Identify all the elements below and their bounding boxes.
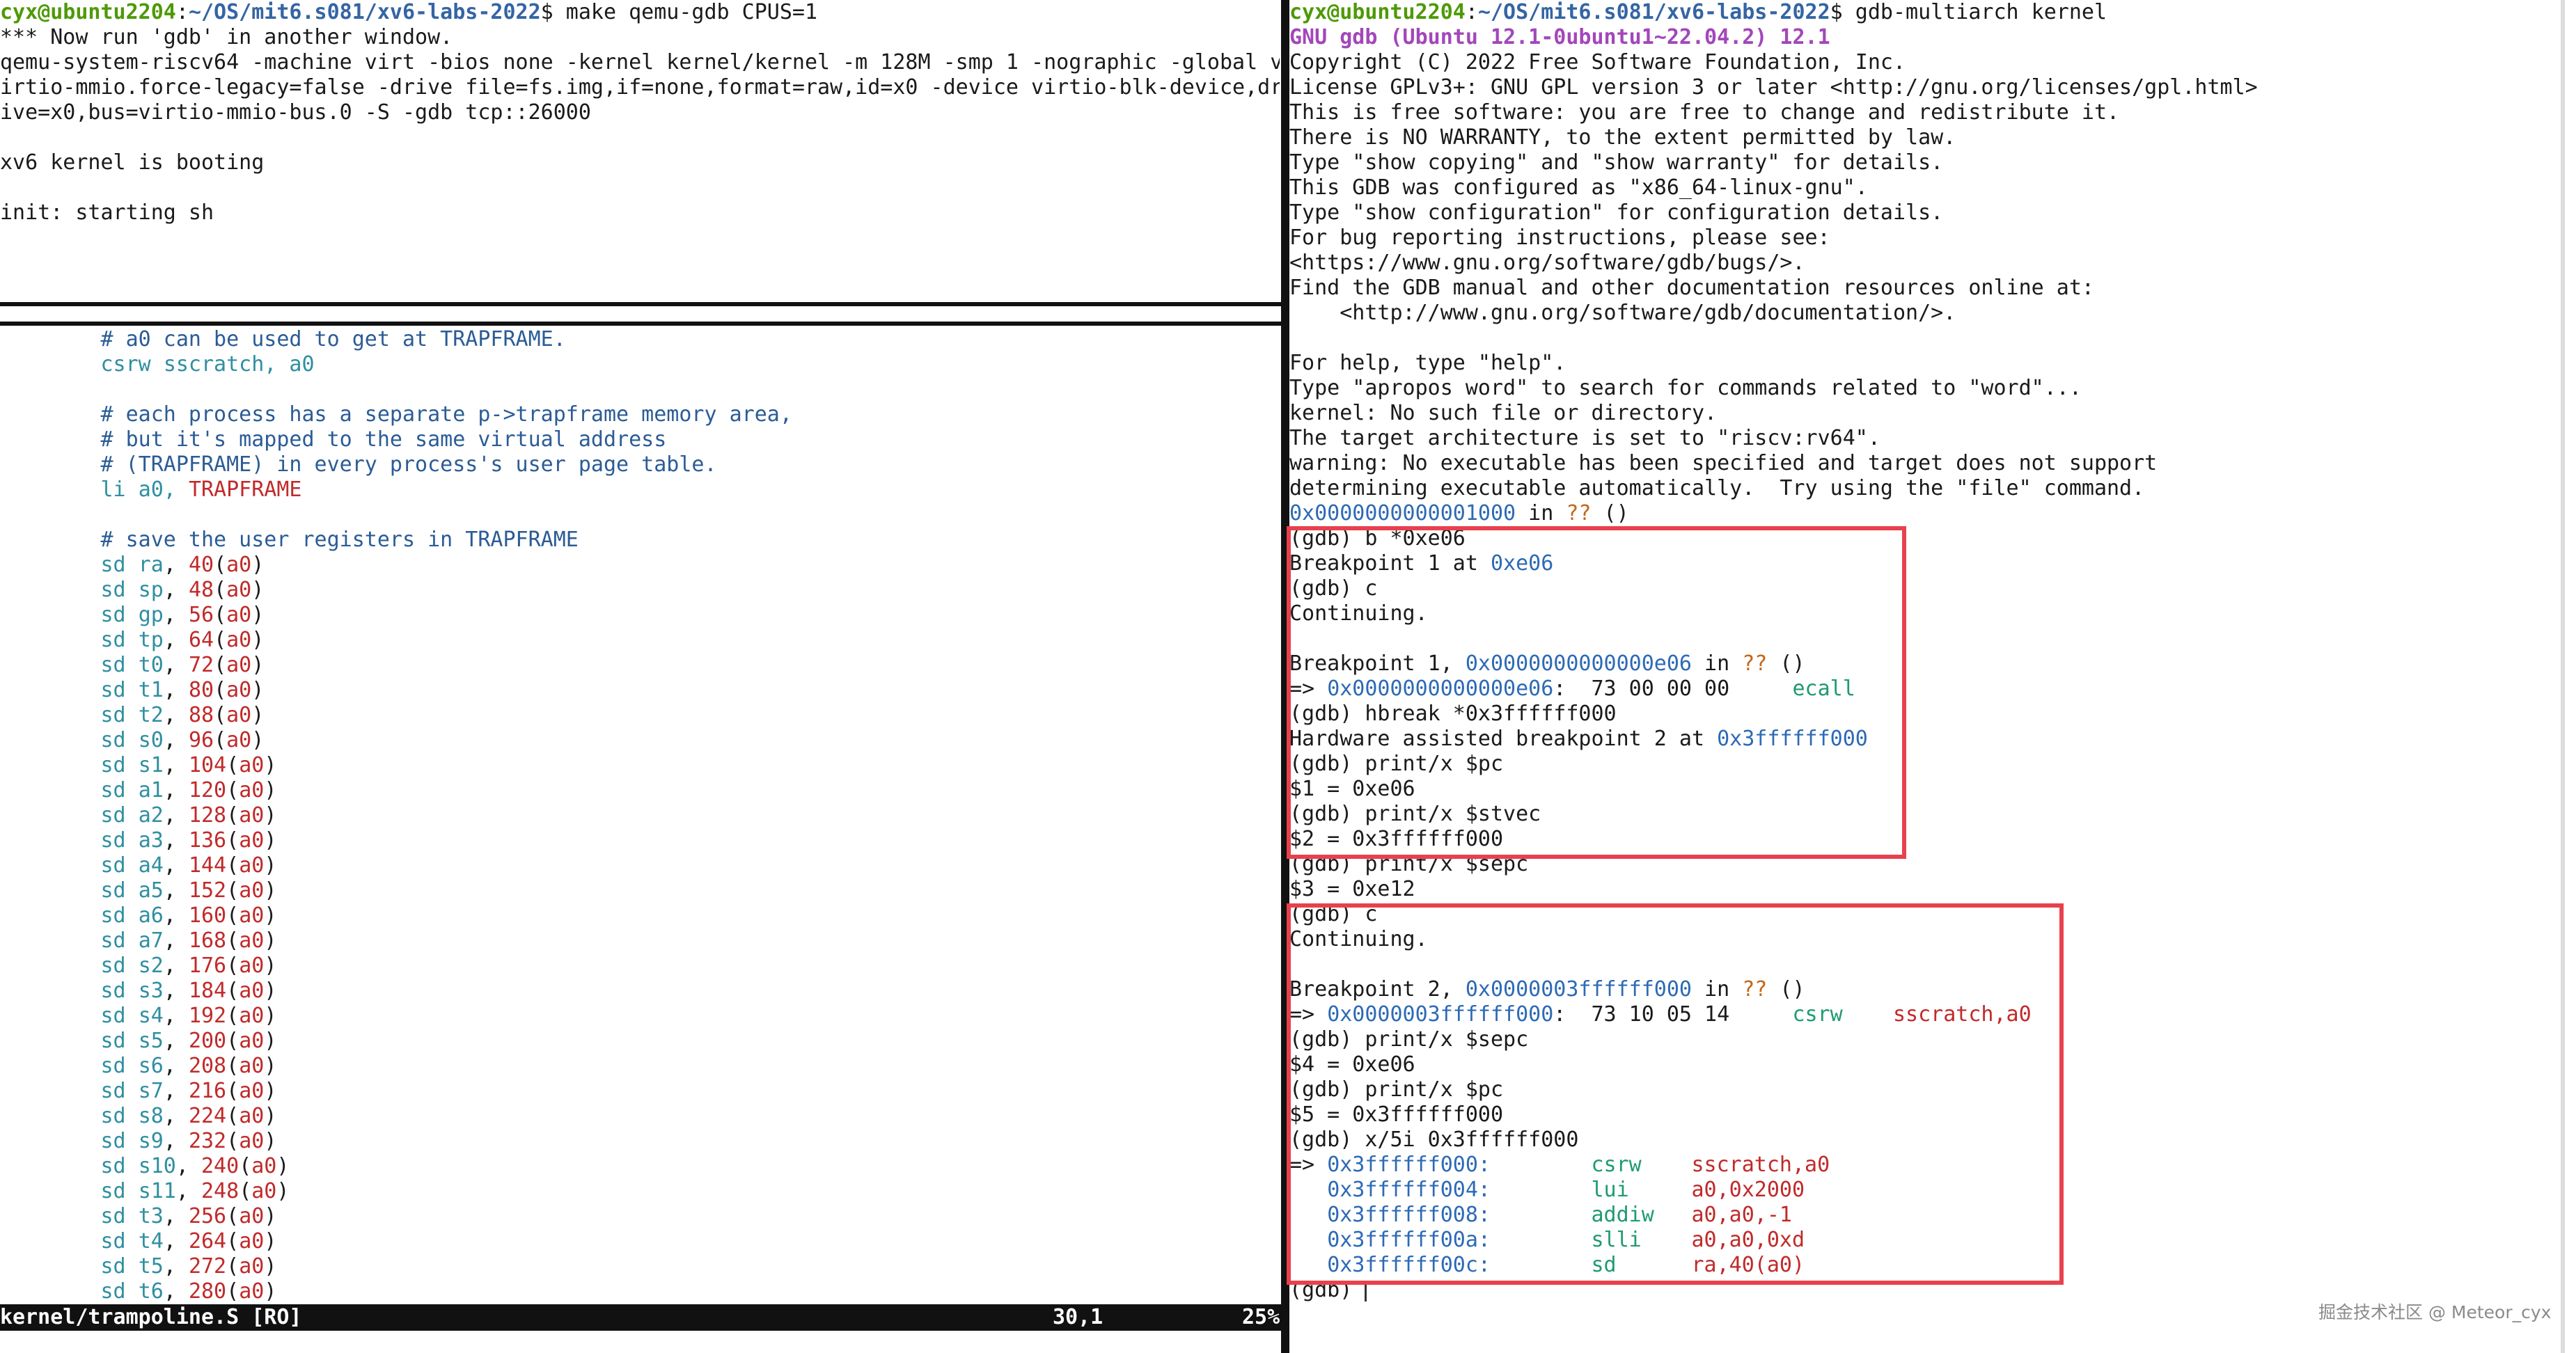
shell-prompt-line: cyx@ubuntu2204:~/OS/mit6.s081/xv6-labs-2… <box>1289 0 2107 24</box>
prompt-user: cyx@ubuntu2204 <box>1289 0 1466 24</box>
terminal-line: ive=x0,bus=virtio-mmio-bus.0 -S -gdb tcp… <box>0 100 591 125</box>
code-store-line: sd s4, 192(a0) <box>100 1004 277 1028</box>
gdb-intro-line: License GPLv3+: GNU GPL version 3 or lat… <box>1289 75 2258 100</box>
prompt-separator: : <box>175 0 189 24</box>
code-store-line: sd ra, 40(a0) <box>100 553 265 577</box>
code-store-line: sd s10, 240(a0) <box>100 1154 290 1178</box>
terminal-line: irtio-mmio.force-legacy=false -drive fil… <box>0 75 1280 100</box>
code-store-line: sd t4, 264(a0) <box>100 1229 277 1253</box>
code-store-line: sd s3, 184(a0) <box>100 979 277 1003</box>
code-store-line: sd s5, 200(a0) <box>100 1029 277 1053</box>
gdb-intro-line: kernel: No such file or directory. <box>1289 401 1718 425</box>
gdb-intro-line <box>1289 326 2557 351</box>
gdb-intro-line: For help, type "help". <box>1289 351 1566 375</box>
terminal-line: *** Now run 'gdb' in another window. <box>0 25 453 49</box>
code-comment: # (TRAPFRAME) in every process's user pa… <box>100 452 717 477</box>
prompt-user: cyx@ubuntu2204 <box>0 0 176 24</box>
terminal-line: qemu-system-riscv64 -machine virt -bios … <box>0 50 1280 74</box>
status-percent: 25% <box>1242 1305 1280 1329</box>
code-comment: # save the user registers in TRAPFRAME <box>100 528 579 552</box>
gdb-output: $3 = 0xe12 <box>1289 877 1415 901</box>
qemu-terminal-pane[interactable]: cyx@ubuntu2204:~/OS/mit6.s081/xv6-labs-2… <box>0 0 1280 301</box>
vim-status-line: kernel/trampoline.S [RO] 30,1 25% <box>0 1304 1281 1331</box>
gdb-intro: Copyright (C) 2022 Free Software Foundat… <box>1289 50 2557 501</box>
code-store-line: sd s9, 232(a0) <box>100 1129 277 1153</box>
pane-divider[interactable] <box>0 302 1281 326</box>
gdb-intro-line: <http://www.gnu.org/software/gdb/documen… <box>1289 301 1956 325</box>
code-comment: # but it's mapped to the same virtual ad… <box>100 427 667 452</box>
gdb-intro-line: For bug reporting instructions, please s… <box>1289 226 1830 250</box>
gdb-intro-line: Type "show configuration" for configurat… <box>1289 200 1944 225</box>
prompt-path: ~/OS/mit6.s081/xv6-labs-2022 <box>1477 0 1830 24</box>
code-store-line: sd s7, 216(a0) <box>100 1079 277 1103</box>
code-store-line: sd a7, 168(a0) <box>100 928 277 953</box>
code-store-line: sd t3, 256(a0) <box>100 1204 277 1228</box>
gdb-intro-line: warning: No executable has been specifie… <box>1289 451 2158 475</box>
prompt-command: $ make qemu-gdb CPUS=1 <box>540 0 818 24</box>
code-store-line: sd a3, 136(a0) <box>100 828 277 853</box>
code-store-line: sd t2, 88(a0) <box>100 703 265 727</box>
prompt-command: $ gdb-multiarch kernel <box>1830 0 2107 24</box>
code-store-line: sd s8, 224(a0) <box>100 1104 277 1128</box>
gdb-intro-line: Find the GDB manual and other documentat… <box>1289 276 2094 300</box>
code-store-line: sd a2, 128(a0) <box>100 803 277 828</box>
gdb-intro-line: This GDB was configured as "x86_64-linux… <box>1289 175 1868 200</box>
code-comment: # each process has a separate p->trapfra… <box>100 402 792 427</box>
code-store-line: sd sp, 48(a0) <box>100 578 265 602</box>
gdb-banner: GNU gdb (Ubuntu 12.1-0ubuntu1~22.04.2) 1… <box>1289 25 1830 49</box>
gdb-intro-line: Copyright (C) 2022 Free Software Foundat… <box>1289 50 1906 74</box>
store-instructions: sd ra, 40(a0) sd sp, 48(a0) sd gp, 56(a0… <box>0 553 1280 1304</box>
code-blank <box>0 503 1280 528</box>
code-store-line: sd t1, 80(a0) <box>100 678 265 702</box>
gdb-intro-line: <https://www.gnu.org/software/gdb/bugs/>… <box>1289 251 1805 275</box>
code-line: csrw sscratch, a0 <box>100 352 315 377</box>
code-line: li a0, TRAPFRAME <box>100 477 302 502</box>
code-store-line: sd t0, 72(a0) <box>100 653 265 677</box>
gdb-intro-line: determining executable automatically. Tr… <box>1289 476 2145 500</box>
status-filename: kernel/trampoline.S [RO] <box>0 1305 302 1329</box>
shell-prompt-line: cyx@ubuntu2204:~/OS/mit6.s081/xv6-labs-2… <box>0 0 1280 25</box>
highlight-box-breakpoint-1 <box>1287 526 1906 859</box>
code-store-line: sd tp, 64(a0) <box>100 628 265 652</box>
gdb-intro-line: Type "show copying" and "show warranty" … <box>1289 150 1944 175</box>
code-comment: # a0 can be used to get at TRAPFRAME. <box>100 327 566 351</box>
code-store-line: sd gp, 56(a0) <box>100 603 265 627</box>
gdb-intro-line: The target architecture is set to "riscv… <box>1289 426 1880 450</box>
code-blank <box>0 377 1280 402</box>
vim-editor-pane[interactable]: # a0 can be used to get at TRAPFRAME. cs… <box>0 327 1280 1304</box>
gdb-intro-line: This is free software: you are free to c… <box>1289 100 2120 125</box>
code-store-line: sd t5, 272(a0) <box>100 1254 277 1279</box>
gdb-intro-line: Type "apropos word" to search for comman… <box>1289 376 2082 400</box>
status-cursor-position: 30,1 <box>1053 1305 1104 1329</box>
gdb-intro-line: There is NO WARRANTY, to the extent perm… <box>1289 125 1956 150</box>
code-store-line: sd a1, 120(a0) <box>100 778 277 802</box>
code-store-line: sd a4, 144(a0) <box>100 853 277 878</box>
code-store-line: sd s2, 176(a0) <box>100 954 277 978</box>
watermark: 掘金技术社区 @ Meteor_cyx <box>2318 1302 2552 1322</box>
code-store-line: sd t6, 280(a0) <box>100 1279 277 1304</box>
highlight-box-breakpoint-2 <box>1287 903 2064 1285</box>
prompt-path: ~/OS/mit6.s081/xv6-labs-2022 <box>188 0 541 24</box>
code-store-line: sd s11, 248(a0) <box>100 1179 290 1203</box>
terminal-line: init: starting sh <box>0 200 214 225</box>
gdb-start-location: 0x0000000000001000 in ?? () <box>1289 501 1629 525</box>
code-store-line: sd s6, 208(a0) <box>100 1054 277 1078</box>
terminal-line: xv6 kernel is booting <box>0 150 265 175</box>
code-store-line: sd s0, 96(a0) <box>100 728 265 752</box>
code-store-line: sd s1, 104(a0) <box>100 753 277 777</box>
code-store-line: sd a6, 160(a0) <box>100 903 277 928</box>
scrollbar[interactable] <box>2561 0 2565 1353</box>
code-store-line: sd a5, 152(a0) <box>100 878 277 903</box>
